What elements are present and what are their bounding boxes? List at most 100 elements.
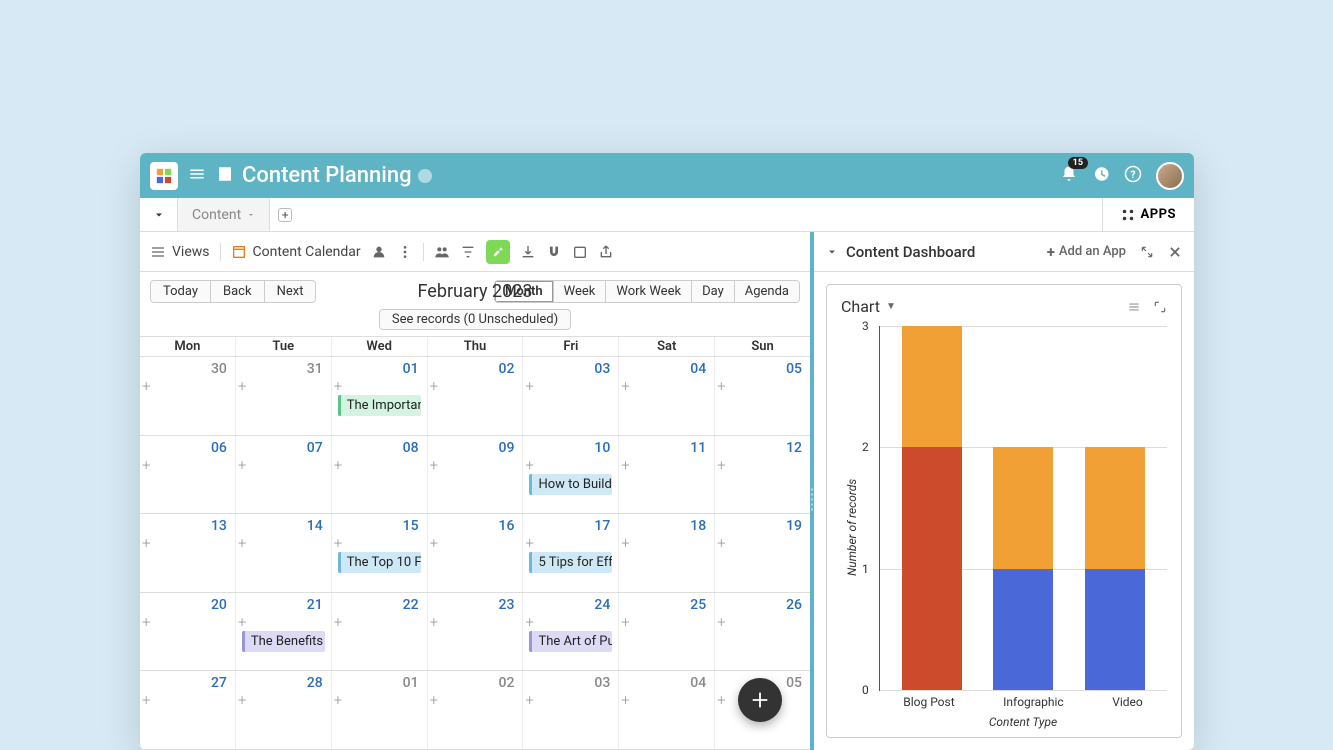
expand-icon[interactable]	[1140, 245, 1154, 259]
see-records-button[interactable]: See records (0 Unscheduled)	[379, 309, 571, 330]
calendar-cell[interactable]: 17+5 Tips for Effe	[523, 514, 619, 592]
add-event-icon[interactable]: +	[717, 691, 725, 709]
calendar-cell[interactable]: 30+	[140, 357, 236, 435]
add-event-icon[interactable]: +	[334, 534, 342, 552]
bar[interactable]	[1085, 326, 1145, 690]
calendar-cell[interactable]: 05+	[715, 357, 810, 435]
calendar-event[interactable]: The Benefits o	[242, 631, 325, 652]
add-tab-button[interactable]: +	[270, 198, 300, 231]
content-calendar-view[interactable]: Content Calendar	[231, 244, 361, 260]
calendar-event[interactable]: How to Build a	[529, 474, 612, 495]
calendar-event[interactable]: The Art of Pub	[529, 631, 612, 652]
color-button[interactable]	[486, 240, 510, 264]
add-event-icon[interactable]: +	[525, 613, 533, 631]
add-event-icon[interactable]: +	[142, 534, 150, 552]
add-event-icon[interactable]: +	[525, 534, 533, 552]
calendar-cell[interactable]: 25+	[619, 593, 715, 671]
add-event-icon[interactable]: +	[238, 613, 246, 631]
add-event-icon[interactable]: +	[334, 613, 342, 631]
add-event-icon[interactable]: +	[621, 691, 629, 709]
add-event-icon[interactable]: +	[430, 613, 438, 631]
calendar-cell[interactable]: 08+	[332, 436, 428, 514]
calendar-cell[interactable]: 01+	[332, 671, 428, 749]
calendar-cell[interactable]: 01+The Importance	[332, 357, 428, 435]
calendar-cell[interactable]: 04+	[619, 357, 715, 435]
calendar-event[interactable]: The Importance	[338, 395, 421, 416]
add-event-icon[interactable]: +	[238, 456, 246, 474]
calendar-cell[interactable]: 28+	[236, 671, 332, 749]
calendar-cell[interactable]: 14+	[236, 514, 332, 592]
bar[interactable]	[902, 326, 962, 690]
date-icon[interactable]	[572, 244, 588, 260]
export-icon[interactable]	[598, 244, 614, 260]
calendar-cell[interactable]: 12+	[715, 436, 810, 514]
add-event-icon[interactable]: +	[238, 377, 246, 395]
views-button[interactable]: Views	[150, 244, 210, 260]
calendar-cell[interactable]: 10+How to Build a	[523, 436, 619, 514]
add-event-icon[interactable]: +	[525, 456, 533, 474]
calendar-cell[interactable]: 24+The Art of Pub	[523, 593, 619, 671]
download-icon[interactable]	[520, 244, 536, 260]
mode-agenda[interactable]: Agenda	[735, 281, 799, 302]
add-event-icon[interactable]: +	[621, 377, 629, 395]
calendar-cell[interactable]: 04+	[619, 671, 715, 749]
app-logo[interactable]	[150, 162, 178, 190]
calendar-cell[interactable]: 18+	[619, 514, 715, 592]
mode-day[interactable]: Day	[692, 281, 735, 302]
add-event-icon[interactable]: +	[334, 456, 342, 474]
more-icon[interactable]	[397, 244, 413, 260]
add-event-icon[interactable]: +	[142, 613, 150, 631]
add-event-icon[interactable]: +	[334, 377, 342, 395]
chart-title[interactable]: Chart	[841, 297, 880, 316]
add-event-icon[interactable]: +	[142, 691, 150, 709]
calendar-cell[interactable]: 20+	[140, 593, 236, 671]
add-event-icon[interactable]: +	[621, 613, 629, 631]
expand-sidebar-button[interactable]	[140, 198, 178, 231]
notifications-button[interactable]: 15	[1060, 165, 1078, 187]
calendar-cell[interactable]: 31+	[236, 357, 332, 435]
add-event-icon[interactable]: +	[621, 456, 629, 474]
add-event-icon[interactable]: +	[142, 377, 150, 395]
calendar-cell[interactable]: 23+	[428, 593, 524, 671]
add-event-icon[interactable]: +	[717, 377, 725, 395]
add-event-icon[interactable]: +	[717, 613, 725, 631]
add-event-icon[interactable]: +	[525, 377, 533, 395]
calendar-cell[interactable]: 27+	[140, 671, 236, 749]
add-event-icon[interactable]: +	[334, 691, 342, 709]
help-icon[interactable]: ?	[1124, 165, 1142, 187]
today-button[interactable]: Today	[151, 281, 211, 302]
add-event-icon[interactable]: +	[717, 456, 725, 474]
add-event-icon[interactable]: +	[430, 534, 438, 552]
calendar-cell[interactable]: 06+	[140, 436, 236, 514]
add-event-icon[interactable]: +	[430, 377, 438, 395]
info-icon[interactable]	[418, 169, 432, 183]
calendar-cell[interactable]: 26+	[715, 593, 810, 671]
calendar-cell[interactable]: 16+	[428, 514, 524, 592]
calendar-cell[interactable]: 02+	[428, 357, 524, 435]
add-event-icon[interactable]: +	[621, 534, 629, 552]
add-app-button[interactable]: + Add an App	[1047, 243, 1126, 261]
bar[interactable]	[993, 326, 1053, 690]
tab-content[interactable]: Content	[178, 198, 270, 231]
close-icon[interactable]	[1168, 245, 1182, 259]
calendar-cell[interactable]: 19+	[715, 514, 810, 592]
calendar-cell[interactable]: 03+	[523, 671, 619, 749]
calendar-cell[interactable]: 21+The Benefits o	[236, 593, 332, 671]
chevron-down-icon[interactable]: ▼	[886, 301, 896, 312]
calendar-cell[interactable]: 11+	[619, 436, 715, 514]
calendar-cell[interactable]: 09+	[428, 436, 524, 514]
add-event-icon[interactable]: +	[717, 534, 725, 552]
add-event-icon[interactable]: +	[430, 691, 438, 709]
calendar-event[interactable]: The Top 10 Fo	[338, 552, 421, 573]
calendar-cell[interactable]: 22+	[332, 593, 428, 671]
calendar-cell[interactable]: 02+	[428, 671, 524, 749]
menu-icon[interactable]	[188, 165, 206, 187]
add-event-icon[interactable]: +	[238, 691, 246, 709]
next-button[interactable]: Next	[265, 281, 316, 302]
back-button[interactable]: Back	[211, 281, 265, 302]
history-icon[interactable]	[1092, 165, 1110, 187]
add-event-icon[interactable]: +	[142, 456, 150, 474]
calendar-cell[interactable]: 07+	[236, 436, 332, 514]
calendar-cell[interactable]: 15+The Top 10 Fo	[332, 514, 428, 592]
mode-workweek[interactable]: Work Week	[606, 281, 692, 302]
